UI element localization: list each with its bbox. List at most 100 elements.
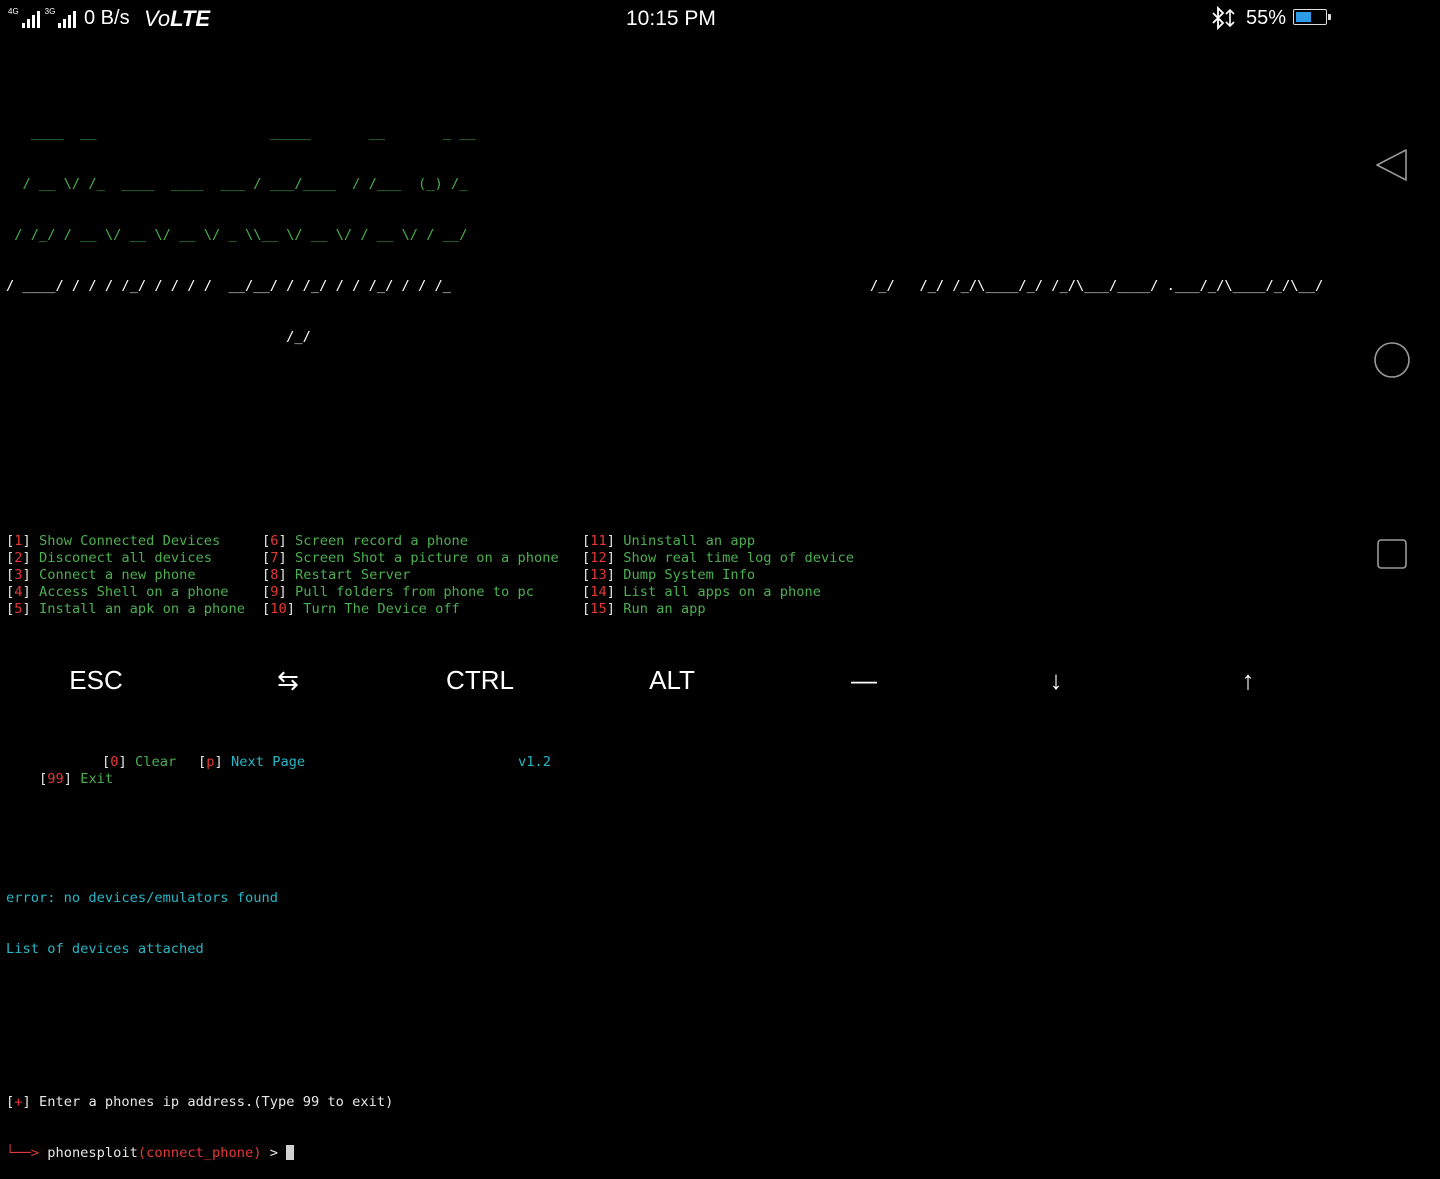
menu-item-7: [7] Screen Shot a picture on a phone — [262, 550, 559, 566]
tab-key[interactable]: ⇆ — [228, 665, 348, 696]
terminal-output[interactable]: ____ __ _____ __ _ __ / __ \/ /_ ____ __… — [6, 57, 1323, 1179]
ctrl-key[interactable]: CTRL — [420, 665, 540, 696]
menu-item-label: Connect a new phone — [38, 567, 196, 583]
dash-key[interactable]: — — [804, 665, 924, 696]
menu-item-8: [8] Restart Server — [262, 567, 411, 583]
menu-grid: [1] Show Connected Devices [6] Screen rec… — [6, 533, 854, 618]
status-bar: 4G 3G 0 B/s VoLTE 10:15 PM 55% — [0, 0, 1440, 38]
banner-line-2: / __ \/ /_ ____ ____ ___ / ___/____ / /_… — [6, 176, 468, 192]
battery-percent: 55% — [1246, 7, 1287, 29]
clear-num: 0 — [110, 754, 119, 770]
prompt-arrow: └──> — [6, 1145, 39, 1161]
menu-item-15: [15] Run an app — [582, 601, 706, 617]
menu-row: [3] Connect a new phone [8] Restart Serve… — [6, 567, 755, 584]
menu-row: [5] Install an apk on a phone [10] Turn T… — [6, 601, 706, 618]
prompt-symbol: > — [269, 1145, 278, 1161]
next-num: p — [206, 754, 215, 770]
ascii-banner: ____ __ _____ __ _ __ / __ \/ /_ ____ __… — [6, 91, 1323, 380]
error-output: error: no devices/emulators found — [6, 890, 278, 906]
down-arrow-key[interactable]: ↓ — [996, 665, 1116, 696]
menu-item-10: [10] Turn The Device off — [262, 601, 460, 617]
footer-menu: [99] Exit [0] Clear [p] Next Page v1.2 — [38, 754, 551, 787]
signal-icon: 4G 3G — [8, 7, 77, 28]
clear-label: Clear — [135, 754, 177, 770]
menu-item-label: List all apps on a phone — [623, 584, 821, 600]
menu-item-6: [6] Screen record a phone — [262, 533, 469, 549]
volte-indicator: VoLTE — [144, 6, 210, 32]
menu-item-number: 12 — [590, 550, 607, 566]
menu-item-1: [1] Show Connected Devices — [6, 533, 221, 549]
exit-label: Exit — [80, 771, 114, 787]
menu-row: [1] Show Connected Devices [6] Screen rec… — [6, 533, 755, 550]
menu-item-number: 3 — [14, 567, 23, 583]
banner-line-4b: /_/ /_/ /_/\____/_/ /_/\___/____/ .___/_… — [870, 278, 1340, 294]
next-label: Next Page — [231, 754, 306, 770]
network-tag-4g: 4G — [8, 7, 19, 16]
alt-key[interactable]: ALT — [612, 665, 732, 696]
prompt-message-line: [+] Enter a phones ip address.(Type 99 t… — [6, 1094, 394, 1110]
command-prompt[interactable]: └──> phonesploit(connect_phone) > — [6, 1145, 484, 1162]
prompt-marker: + — [14, 1094, 23, 1110]
banner-line-4a: / ____/ / / / /_/ / / / / __/__/ / /_/ /… — [6, 278, 468, 294]
network-tag-3g: 3G — [44, 7, 56, 16]
recents-icon[interactable] — [1372, 534, 1412, 574]
menu-item-label: Turn The Device off — [303, 601, 460, 617]
exit-num: 99 — [47, 771, 64, 787]
device-list-output: List of devices attached — [6, 941, 204, 957]
menu-item-12: [12] Show real time log of device — [582, 550, 854, 566]
clock: 10:15 PM — [626, 7, 716, 30]
menu-item-number: 11 — [590, 533, 607, 549]
menu-item-11: [11] Uninstall an app — [582, 533, 756, 549]
battery-icon — [1293, 9, 1331, 25]
menu-item-number: 2 — [14, 550, 23, 566]
menu-item-label: Screen Shot a picture on a phone — [294, 550, 559, 566]
back-icon[interactable] — [1372, 145, 1412, 185]
menu-item-2: [2] Disconect all devices — [6, 550, 213, 566]
volte-vo: Vo — [144, 6, 171, 31]
menu-item-label: Install an apk on a phone — [38, 601, 245, 617]
battery-fill — [1296, 12, 1311, 22]
menu-row: [2] Disconect all devices [7] Screen Shot… — [6, 550, 854, 567]
menu-item-number: 10 — [270, 601, 287, 617]
extra-keys-bar: ESC ⇆ CTRL ALT — ↓ ↑ — [0, 655, 1440, 715]
menu-item-number: 7 — [270, 550, 279, 566]
menu-item-number: 13 — [590, 567, 607, 583]
banner-line-5: /_/ — [6, 329, 311, 345]
menu-item-label: Pull folders from phone to pc — [294, 584, 534, 600]
menu-item-3: [3] Connect a new phone — [6, 567, 196, 583]
banner-line-3: / /_/ / __ \/ __ \/ __ \/ _ \\__ \/ __ \… — [6, 227, 468, 243]
menu-item-5: [5] Install an apk on a phone — [6, 601, 245, 617]
home-icon[interactable] — [1372, 340, 1412, 380]
menu-item-label: Access Shell on a phone — [38, 584, 229, 600]
menu-item-number: 14 — [590, 584, 607, 600]
prompt-message: Enter a phones ip address.(Type 99 to ex… — [39, 1094, 394, 1110]
menu-item-14: [14] List all apps on a phone — [582, 584, 821, 600]
bluetooth-icon — [1210, 5, 1240, 36]
menu-item-number: 1 — [14, 533, 23, 549]
menu-item-number: 4 — [14, 584, 23, 600]
menu-item-9: [9] Pull folders from phone to pc — [262, 584, 534, 600]
menu-item-number: 8 — [270, 567, 279, 583]
menu-item-label: Screen record a phone — [294, 533, 469, 549]
menu-item-number: 5 — [14, 601, 23, 617]
menu-item-label: Dump System Info — [623, 567, 756, 583]
menu-item-label: Uninstall an app — [623, 533, 756, 549]
menu-item-4: [4] Access Shell on a phone — [6, 584, 229, 600]
esc-key[interactable]: ESC — [36, 665, 156, 696]
menu-item-number: 9 — [270, 584, 279, 600]
up-arrow-key[interactable]: ↑ — [1188, 665, 1308, 696]
menu-item-13: [13] Dump System Info — [582, 567, 756, 583]
text-cursor[interactable] — [286, 1145, 295, 1160]
banner-line-1: ____ __ _____ __ _ __ — [6, 125, 484, 141]
menu-row: [4] Access Shell on a phone [9] Pull fold… — [6, 584, 821, 601]
menu-item-label: Disconect all devices — [38, 550, 213, 566]
menu-item-label: Restart Server — [294, 567, 411, 583]
volte-lte: LTE — [170, 6, 211, 31]
prompt-program: phonesploit — [47, 1145, 138, 1161]
menu-item-number: 15 — [590, 601, 607, 617]
menu-item-number: 6 — [270, 533, 279, 549]
prompt-context: (connect_phone) — [137, 1145, 262, 1161]
menu-item-label: Show real time log of device — [623, 550, 854, 566]
menu-item-label: Show Connected Devices — [38, 533, 221, 549]
menu-item-label: Run an app — [623, 601, 706, 617]
